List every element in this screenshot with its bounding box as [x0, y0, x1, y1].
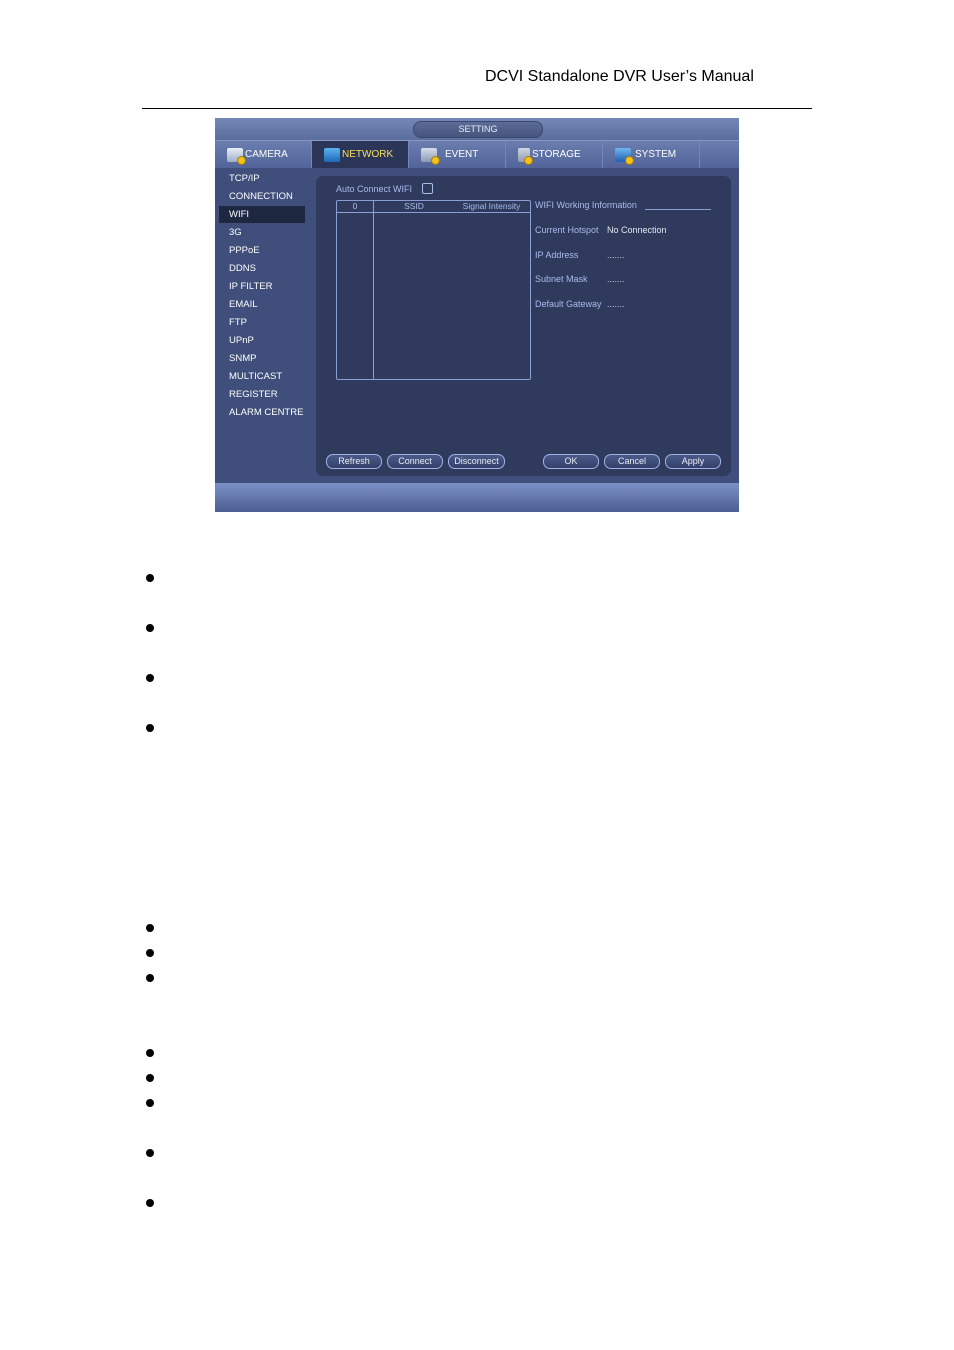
tab-label: NETWORK — [342, 149, 394, 160]
info-title-rule — [645, 209, 711, 210]
tab-camera[interactable]: CAMERA — [215, 141, 312, 168]
network-icon — [324, 147, 340, 162]
sidebar-item-register[interactable]: REGISTER — [219, 386, 305, 403]
bullet-point — [146, 624, 154, 632]
sidebar-item-snmp[interactable]: SNMP — [219, 350, 305, 367]
tab-system[interactable]: SYSTEM — [603, 141, 700, 168]
sidebar-item-upnp[interactable]: UPnP — [219, 332, 305, 349]
current-hotspot-label: Current Hotspot — [535, 225, 599, 235]
subnet-mask-value: ....... — [607, 274, 625, 284]
sidebar-item-pppoe[interactable]: PPPoE — [219, 242, 305, 259]
bullet-point — [146, 974, 154, 982]
main-tabs: CAMERA NETWORK EVENT STORAGE SYSTEM — [215, 140, 739, 168]
table-header: 0 SSID Signal Intensity — [337, 201, 530, 213]
sidebar-item-email[interactable]: EMAIL — [219, 296, 305, 313]
sidebar-item-wifi[interactable]: WIFI — [219, 206, 305, 223]
bullet-point — [146, 1049, 154, 1057]
tab-label: SYSTEM — [635, 149, 677, 160]
tab-label: EVENT — [445, 149, 479, 160]
tab-event[interactable]: EVENT — [409, 141, 506, 168]
ok-button[interactable]: OK — [543, 454, 599, 469]
camera-icon — [227, 147, 246, 165]
default-gateway-label: Default Gateway — [535, 299, 602, 309]
bullet-point — [146, 574, 154, 582]
current-hotspot-value: No Connection — [607, 225, 667, 235]
sidebar-item-connection[interactable]: CONNECTION — [219, 188, 305, 205]
tab-network[interactable]: NETWORK — [312, 141, 409, 168]
sidebar-item-multicast[interactable]: MULTICAST — [219, 368, 305, 385]
auto-connect-wifi-label: Auto Connect WIFI — [336, 184, 413, 194]
ip-address-label: IP Address — [535, 250, 579, 260]
bullet-point — [146, 724, 154, 732]
refresh-button[interactable]: Refresh — [326, 454, 382, 469]
sidebar-item-ip-filter[interactable]: IP FILTER — [219, 278, 305, 295]
column-divider — [373, 201, 374, 379]
column-header-ssid[interactable]: SSID — [374, 201, 454, 212]
sidebar-item-3g[interactable]: 3G — [219, 224, 305, 241]
bullet-point — [146, 1149, 154, 1157]
sidebar-item-ftp[interactable]: FTP — [219, 314, 305, 331]
sidebar-item-tcpip[interactable]: TCP/IP — [219, 170, 305, 187]
column-header-signal[interactable]: Signal Intensity — [454, 201, 529, 212]
bullet-point — [146, 1199, 154, 1207]
bullet-point — [146, 1074, 154, 1082]
bullet-point — [146, 1099, 154, 1107]
bullet-point — [146, 949, 154, 957]
storage-icon — [518, 147, 533, 165]
document-header: DCVI Standalone DVR User’s Manual — [485, 68, 754, 85]
info-title: WIFI Working Information — [535, 200, 637, 210]
tab-label: STORAGE — [532, 149, 581, 160]
title-bar: SETTING — [215, 118, 739, 140]
window-footer — [215, 483, 739, 512]
sidebar-item-ddns[interactable]: DDNS — [219, 260, 305, 277]
column-header-index[interactable]: 0 — [337, 201, 373, 212]
default-gateway-value: ....... — [607, 299, 625, 309]
tab-storage[interactable]: STORAGE — [506, 141, 603, 168]
apply-button[interactable]: Apply — [665, 454, 721, 469]
wifi-hotspot-table[interactable]: 0 SSID Signal Intensity — [336, 200, 531, 380]
ip-address-value: ....... — [607, 250, 625, 260]
window-title: SETTING — [413, 121, 543, 138]
auto-connect-wifi-checkbox[interactable] — [422, 183, 433, 194]
bullet-point — [146, 674, 154, 682]
bullet-point — [146, 924, 154, 932]
cancel-button[interactable]: Cancel — [604, 454, 660, 469]
dvr-settings-window: SETTING CAMERA NETWORK EVENT STORAGE SYS… — [215, 118, 739, 512]
sidebar-item-alarm-centre[interactable]: ALARM CENTRE — [219, 404, 305, 421]
tab-label: CAMERA — [245, 149, 288, 160]
connect-button[interactable]: Connect — [387, 454, 443, 469]
event-icon — [421, 147, 440, 165]
subnet-mask-label: Subnet Mask — [535, 274, 588, 284]
wifi-panel: Auto Connect WIFI 0 SSID Signal Intensit… — [316, 176, 731, 476]
header-rule — [142, 108, 812, 109]
system-icon — [615, 147, 634, 165]
disconnect-button[interactable]: Disconnect — [448, 454, 505, 469]
